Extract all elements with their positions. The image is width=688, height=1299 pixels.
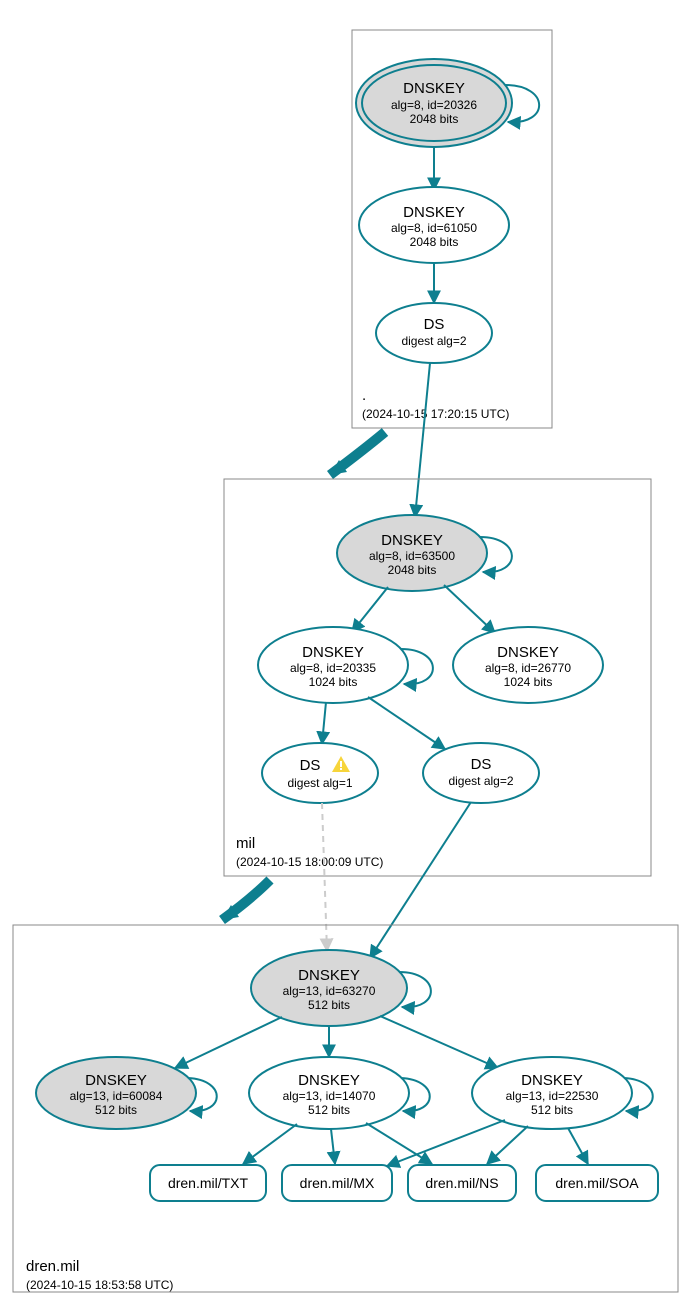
svg-text:512 bits: 512 bits [308,998,350,1012]
svg-text:dren.mil/NS: dren.mil/NS [425,1175,498,1191]
svg-text:2048 bits: 2048 bits [410,235,459,249]
node-mil-ksk: DNSKEY alg=8, id=63500 2048 bits [337,515,487,591]
svg-text:DNSKEY: DNSKEY [302,644,364,661]
svg-text:alg=13, id=60084: alg=13, id=60084 [70,1089,163,1103]
svg-text:alg=8, id=20326: alg=8, id=20326 [391,98,477,112]
edge-milksk-milzsk2 [444,585,495,633]
svg-text:alg=8, id=61050: alg=8, id=61050 [391,221,477,235]
node-dren-k1: DNSKEY alg=13, id=60084 512 bits [36,1057,196,1129]
edge-rootds-milksk [415,363,430,517]
svg-text:digest alg=1: digest alg=1 [287,776,352,790]
zone-ts-root: (2024-10-15 17:20:15 UTC) [362,407,509,421]
svg-text:512 bits: 512 bits [95,1103,137,1117]
svg-text:digest alg=2: digest alg=2 [401,334,466,348]
svg-text:1024 bits: 1024 bits [504,675,553,689]
edge-milzsk1-ds1 [322,702,326,744]
svg-text:alg=8, id=63500: alg=8, id=63500 [369,549,455,563]
node-root-ksk: DNSKEY alg=8, id=20326 2048 bits [356,59,512,147]
svg-text:DS: DS [471,756,492,773]
svg-text:alg=13, id=63270: alg=13, id=63270 [283,984,376,998]
svg-text:2048 bits: 2048 bits [410,112,459,126]
node-dren-k2: DNSKEY alg=13, id=14070 512 bits [249,1057,409,1129]
zone-ts-mil: (2024-10-15 18:00:09 UTC) [236,855,383,869]
svg-text:512 bits: 512 bits [308,1103,350,1117]
edge-k2-ns [366,1123,432,1164]
svg-text:alg=8, id=20335: alg=8, id=20335 [290,661,376,675]
zone-label-mil: mil [236,835,255,852]
node-mil-ds1: DS digest alg=1 [262,743,378,803]
svg-text:alg=13, id=14070: alg=13, id=14070 [283,1089,376,1103]
zone-label-root: . [362,387,366,404]
svg-text:DS: DS [424,316,445,333]
rr-ns: dren.mil/NS [408,1165,516,1201]
edge-k2-txt [243,1124,297,1164]
svg-text:DNSKEY: DNSKEY [381,532,443,549]
svg-text:DNSKEY: DNSKEY [298,1072,360,1089]
svg-text:DNSKEY: DNSKEY [403,204,465,221]
svg-text:512 bits: 512 bits [531,1103,573,1117]
svg-text:DNSKEY: DNSKEY [521,1072,583,1089]
node-dren-k3: DNSKEY alg=13, id=22530 512 bits [472,1057,632,1129]
edge-drenksk-k1 [175,1017,282,1068]
node-root-ds: DS digest alg=2 [376,303,492,363]
edge-k3-soa [568,1128,588,1164]
edge-k3-mx [387,1120,505,1166]
edge-milksk-milzsk1 [352,587,388,632]
edge-k2-mx [331,1129,335,1164]
svg-text:alg=13, id=22530: alg=13, id=22530 [506,1089,599,1103]
node-mil-ds2: DS digest alg=2 [423,743,539,803]
zone-ts-dren: (2024-10-15 18:53:58 UTC) [26,1278,173,1292]
svg-text:dren.mil/TXT: dren.mil/TXT [168,1175,249,1191]
svg-text:DNSKEY: DNSKEY [298,967,360,984]
node-root-zsk: DNSKEY alg=8, id=61050 2048 bits [359,187,509,263]
edge-k3-ns [487,1126,528,1164]
edge-milzsk1-ds2 [368,697,445,749]
svg-text:DNSKEY: DNSKEY [403,80,465,97]
zone-label-dren: dren.mil [26,1258,79,1275]
svg-text:2048 bits: 2048 bits [388,563,437,577]
rr-mx: dren.mil/MX [282,1165,392,1201]
svg-text:digest alg=2: digest alg=2 [448,774,513,788]
svg-text:dren.mil/MX: dren.mil/MX [300,1175,375,1191]
edge-drenksk-k3 [380,1016,498,1068]
node-mil-zsk2: DNSKEY alg=8, id=26770 1024 bits [453,627,603,703]
edge-milds1-drenksk [322,803,327,951]
node-mil-zsk1: DNSKEY alg=8, id=20335 1024 bits [258,627,408,703]
svg-text:DNSKEY: DNSKEY [497,644,559,661]
svg-text:alg=8, id=26770: alg=8, id=26770 [485,661,571,675]
svg-text:dren.mil/SOA: dren.mil/SOA [555,1175,639,1191]
svg-text:1024 bits: 1024 bits [309,675,358,689]
rr-txt: dren.mil/TXT [150,1165,266,1201]
node-dren-ksk: DNSKEY alg=13, id=63270 512 bits [251,950,407,1026]
svg-text:DS: DS [300,757,321,774]
svg-text:DNSKEY: DNSKEY [85,1072,147,1089]
rr-soa: dren.mil/SOA [536,1165,658,1201]
edge-milds2-drenksk [370,802,471,958]
